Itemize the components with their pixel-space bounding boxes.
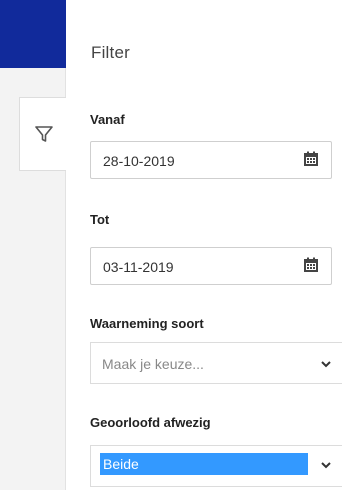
calendar-icon[interactable]: [303, 257, 319, 273]
to-date-label: Tot: [90, 212, 110, 227]
authorized-absent-select[interactable]: Beide: [90, 445, 342, 487]
to-date-value: 03-11-2019: [103, 259, 174, 275]
filter-screen: Filter Vanaf 28-10-2019 Tot 03-11-2019 W…: [0, 0, 342, 490]
observation-type-label: Waarneming soort: [90, 316, 204, 331]
authorized-absent-value: Beide: [103, 456, 139, 472]
from-date-input[interactable]: 28-10-2019: [90, 141, 332, 179]
chevron-down-icon: [320, 357, 332, 369]
left-rail: [0, 0, 67, 490]
to-date-input[interactable]: 03-11-2019: [90, 247, 332, 285]
observation-type-select[interactable]: Maak je keuze...: [90, 342, 342, 384]
authorized-absent-label: Geoorloofd afwezig: [90, 415, 211, 430]
observation-type-placeholder: Maak je keuze...: [102, 356, 204, 372]
brand-block: [0, 0, 66, 68]
funnel-icon: [34, 124, 54, 144]
from-date-label: Vanaf: [90, 112, 125, 127]
calendar-icon[interactable]: [303, 151, 319, 167]
filter-tab[interactable]: [19, 97, 67, 171]
chevron-down-icon: [320, 458, 332, 470]
filter-panel: Filter Vanaf 28-10-2019 Tot 03-11-2019 W…: [66, 0, 342, 490]
panel-title: Filter: [91, 43, 130, 62]
from-date-value: 28-10-2019: [103, 153, 175, 169]
